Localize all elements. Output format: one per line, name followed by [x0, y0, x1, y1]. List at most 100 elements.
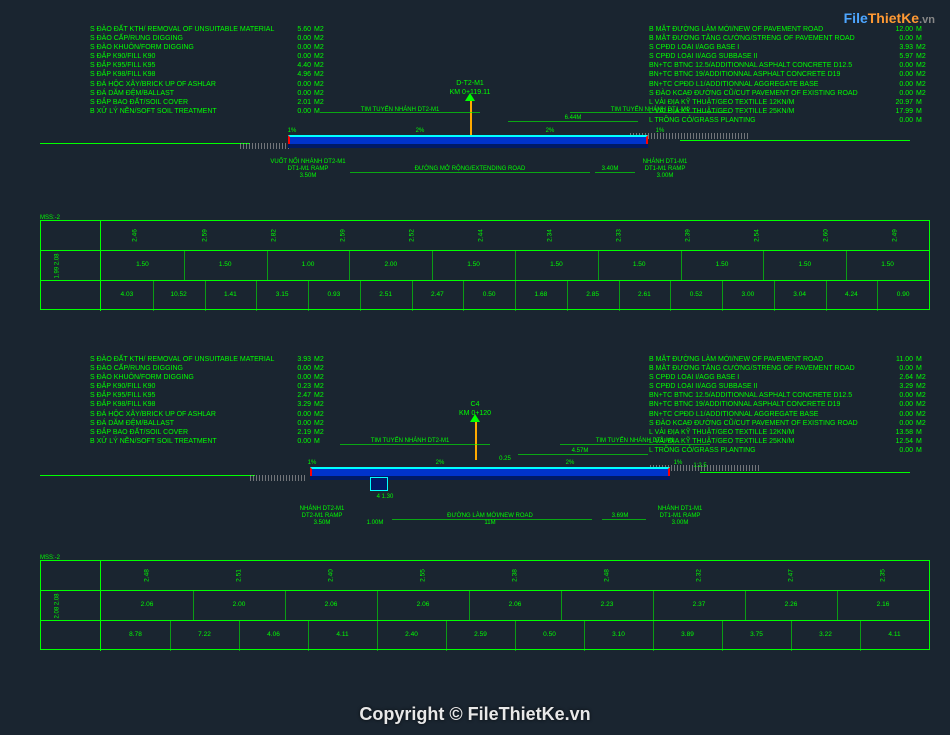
data-cell: 2.85	[586, 291, 599, 298]
grade-1pct-lb: 1%	[308, 460, 317, 466]
ann-ramp-lb-w: 3.50M	[314, 520, 331, 526]
note-row: BN+TC BTNC 12.5/ADDITIONNAL ASPHALT CONC…	[649, 61, 930, 70]
data-table-top: 2.462.592.822.592.522.442.342.332.392.54…	[40, 220, 930, 310]
data-cell: 1.50	[467, 261, 480, 268]
data-cell: 1.50	[798, 261, 811, 268]
data-cell: 3.00	[742, 291, 755, 298]
data-cell: 2.35	[880, 569, 887, 582]
logo-part1: File	[844, 10, 868, 26]
ann-ramp-rb-name: DT1-M1 RAMP	[660, 513, 701, 519]
note-row: BN+TC CPĐD L1/ADDITIONNAL AGGREGATE BASE…	[649, 80, 930, 89]
data-cell: 2.00	[233, 601, 246, 608]
note-row: S ĐẮP K95/FILL K952.47M2	[90, 391, 332, 400]
data-table-bottom: 2.482.512.402.552.382.482.322.472.35 2.0…	[40, 560, 930, 650]
notes-left-top: S ĐÀO ĐẤT KTH/ REMOVAL OF UNSUITABLE MAT…	[90, 25, 332, 116]
note-row: B MẶT ĐƯỜNG TĂNG CƯỜNG/STRENG OF PAVEMEN…	[649, 364, 930, 373]
cross-section-bottom: S ĐÀO ĐẤT KTH/ REMOVAL OF UNSUITABLE MAT…	[0, 355, 950, 685]
ann-ramp-rb: NHÁNH DT1-M1	[658, 506, 703, 512]
grade-2pct-r: 2%	[546, 128, 555, 134]
station-name-bottom: C4	[471, 401, 480, 408]
data-cell: 4.06	[267, 631, 280, 638]
data-cell: 2.61	[638, 291, 651, 298]
grade-1pct-r: 1%	[656, 128, 665, 134]
cross-section-top: S ĐÀO ĐẤT KTH/ REMOVAL OF UNSUITABLE MAT…	[0, 25, 950, 335]
data-cell: 10.52	[170, 291, 186, 298]
note-row: S ĐÀO CẤP/RUNG DIGGING0.00M2	[90, 364, 332, 373]
note-row: BN+TC BTNC 19/ADDITIONNAL ASPHALT CONCRE…	[649, 400, 930, 409]
ann-new-road-w: 11M	[484, 520, 495, 526]
data-cell: 0.90	[897, 291, 910, 298]
note-row: S ĐÀO KCAĐ ĐƯỜNG CŨ/CUT PAVEMENT OF EXIS…	[649, 89, 930, 98]
row-header	[41, 221, 101, 250]
data-cell: 3.04	[793, 291, 806, 298]
data-cell: 2.23	[601, 601, 614, 608]
data-cell: 1.50	[550, 261, 563, 268]
note-row: S ĐẮP K90/FILL K900.00M2	[90, 52, 332, 61]
data-cell: 2.46	[132, 229, 139, 242]
note-row: BN+TC CPĐD L1/ADDITIONNAL AGGREGATE BASE…	[649, 410, 930, 419]
data-cell: 7.22	[198, 631, 211, 638]
data-cell: 2.06	[141, 601, 154, 608]
drain-icon	[370, 477, 388, 491]
data-cell: 2.00	[384, 261, 397, 268]
data-cell: 2.59	[339, 229, 346, 242]
note-row: S ĐÀO ĐẤT KTH/ REMOVAL OF UNSUITABLE MAT…	[90, 25, 332, 34]
data-cell: 2.51	[235, 569, 242, 582]
grade-2pct-l: 2%	[416, 128, 425, 134]
data-cell: 3.89	[681, 631, 694, 638]
data-cell: 2.48	[144, 569, 151, 582]
logo-suffix: .vn	[919, 14, 935, 26]
data-cell: 1.50	[219, 261, 232, 268]
note-row: B XỬ LÝ NỀN/SOFT SOIL TREATMENT0.00M	[90, 437, 332, 446]
ann-ramp-l-w: 3.50M	[300, 173, 317, 179]
note-row: S ĐẮP K95/FILL K954.40M2	[90, 61, 332, 70]
note-row: S ĐẮP BAO ĐẤT/SOIL COVER2.01M2	[90, 98, 332, 107]
note-row: L VẢI ĐỊA KỸ THUẬT/GEO TEXTILLE 12KN/M13…	[649, 428, 930, 437]
note-row: S ĐÁ DĂM ĐỆM/BALLAST0.00M2	[90, 419, 332, 428]
profile-drawing-top: TIM TUYẾN NHÁNH DT2-M1 TIM TUYẾN NHÁNH D…	[40, 115, 910, 195]
data-cell: 2.48	[604, 569, 611, 582]
data-cell: 2.38	[512, 569, 519, 582]
row-header: 2.08 2.08	[41, 591, 101, 620]
data-cell: 2.52	[408, 229, 415, 242]
note-row: S CPĐD LOẠI I/AGG BASE I3.93M2	[649, 43, 930, 52]
profile-drawing-bottom: 4 1.30 TIM TUYẾN NHÁNH DT2-M1 TIM TUYẾN …	[40, 450, 910, 530]
note-row: B MẶT ĐƯỜNG TĂNG CƯỜNG/STRENG OF PAVEMEN…	[649, 34, 930, 43]
data-cell: 0.50	[483, 291, 496, 298]
dim-0-25: 0.25	[499, 456, 511, 462]
data-cell: 2.40	[328, 569, 335, 582]
data-cell: 2.51	[379, 291, 392, 298]
data-cell: 2.33	[615, 229, 622, 242]
data-cell: 2.16	[877, 601, 890, 608]
data-cell: 3.15	[276, 291, 289, 298]
note-row: S ĐẮP BAO ĐẤT/SOIL COVER2.19M2	[90, 428, 332, 437]
data-cell: 2.47	[431, 291, 444, 298]
data-cell: 1.41	[224, 291, 237, 298]
drain-val: 4 1.30	[377, 494, 394, 500]
row-header: 1.99 2.08	[41, 251, 101, 280]
row-header	[41, 561, 101, 590]
slope-label: 1:2.5	[693, 463, 706, 469]
note-row: S CPĐD LOẠI I/AGG BASE I2.64M2	[649, 373, 930, 382]
data-cell: 0.50	[543, 631, 556, 638]
note-row: L VẢI ĐỊA KỸ THUẬT/GEO TEXTILLE 12KN/M20…	[649, 98, 930, 107]
note-row: B MẶT ĐƯỜNG LÀM MỚI/NEW OF PAVEMENT ROAD…	[649, 355, 930, 364]
data-cell: 2.54	[753, 229, 760, 242]
data-cell: 3.10	[612, 631, 625, 638]
data-cell: 2.39	[684, 229, 691, 242]
notes-right-top: B MẶT ĐƯỜNG LÀM MỚI/NEW OF PAVEMENT ROAD…	[649, 25, 930, 125]
row-header	[41, 621, 101, 651]
note-row: S ĐÁ HỘC XÂY/BRICK UP OF ASHLAR0.00M2	[90, 410, 332, 419]
data-cell: 8.78	[129, 631, 142, 638]
row-header	[41, 281, 101, 311]
grade-1pct-l: 1%	[288, 128, 297, 134]
data-cell: 4.03	[121, 291, 134, 298]
data-cell: 2.55	[420, 569, 427, 582]
ann-ramp-r: NHÁNH DT1-M1	[643, 159, 688, 165]
ann-ramp-r-name: DT1-M1 RAMP	[645, 166, 686, 172]
note-row: S CPĐD LOẠI II/AGG SUBBASE II5.97M2	[649, 52, 930, 61]
ann-ramp-lb: NHÁNH DT2-M1	[300, 506, 345, 512]
ann-ramp-l-name: DT1-M1 RAMP	[288, 166, 329, 172]
data-cell: 2.26	[785, 601, 798, 608]
data-cell: 1.50	[633, 261, 646, 268]
